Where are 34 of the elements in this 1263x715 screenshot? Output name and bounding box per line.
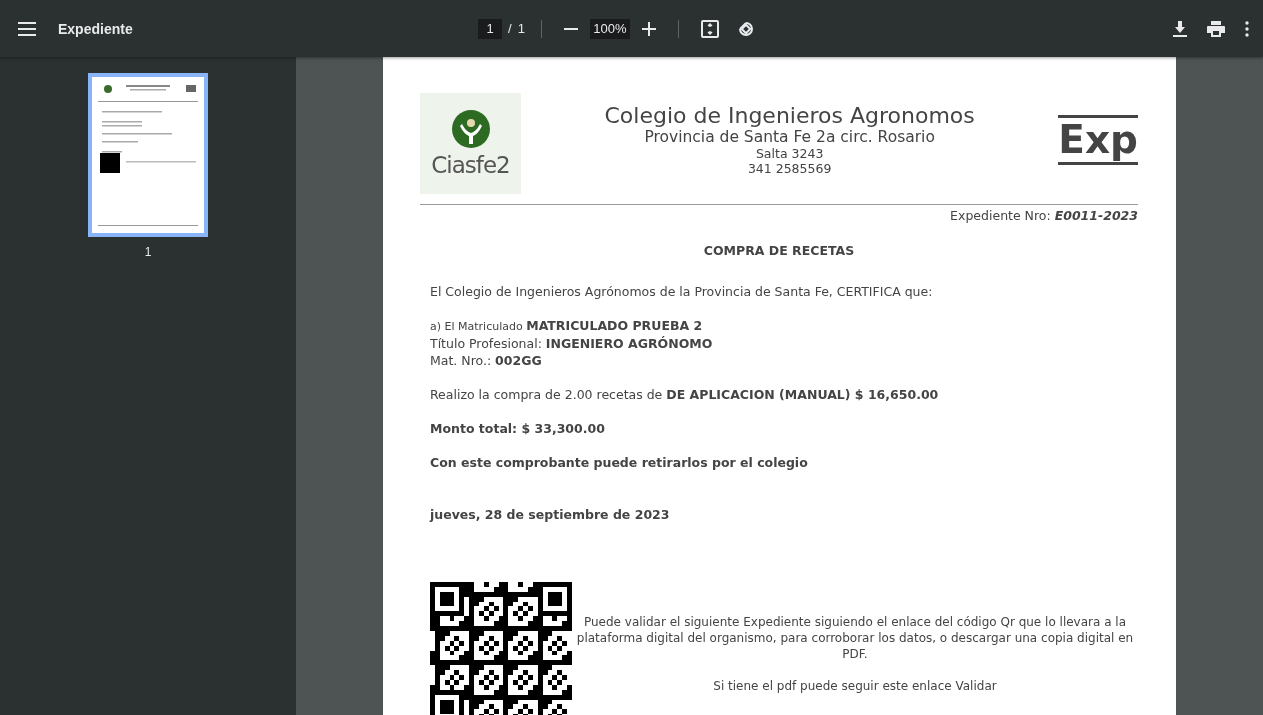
download-icon [1173, 20, 1187, 37]
validation-paragraph: Puede validar el siguiente Expediente siguiendo el enlace del código Qr que lo llevara a la plataforma digital del organismo, para corroborar los datos, o descargar una copia digital en PDF. [575, 614, 1135, 662]
organization-subtitle: Provincia de Santa Fe 2a circ. Rosario [644, 128, 935, 146]
document-heading: COMPRA DE RECETAS [703, 243, 855, 258]
page-separator: / [508, 21, 512, 36]
plus-icon [641, 21, 656, 36]
page-number-field[interactable]: 1 [478, 18, 502, 39]
print-icon [1207, 20, 1225, 37]
purchase-text: Realizo la compra de 2.00 recetas de DE APLICACION (MANUAL) $ 16,650.00 [430, 386, 939, 403]
fit-page-icon [700, 19, 719, 38]
menu-icon [18, 21, 36, 36]
more-icon [1245, 20, 1249, 37]
address: Salta 3243 [755, 146, 824, 161]
detail-line: a) El Matriculado MATRICULADO PRUEBA 2 [430, 317, 703, 335]
validate-link[interactable]: Validar [955, 679, 997, 693]
page-total: 1 [517, 21, 525, 36]
validation-link-text: Si tiene el pdf puede seguir este enlace Validar [713, 678, 997, 694]
file-number-line: Expediente Nro: E0011-2023 [949, 208, 1138, 223]
exp-stamp: Exp [1058, 115, 1138, 165]
document-date: jueves, 28 de septiembre de 2023 [430, 507, 670, 522]
thumbnail-page-number: 1 [144, 245, 152, 259]
organization-name: Colegio de Ingenieros Agronomos [604, 103, 975, 128]
detail-line: Título Profesional: INGENIERO AGRÓNOMO [430, 335, 713, 352]
certification-text: El Colegio de Ingenieros Agrónomos de la Provincia de Santa Fe, CERTIFICA que: [430, 283, 933, 300]
minus-icon [563, 27, 578, 30]
rotate-icon [736, 19, 755, 38]
zoom-field[interactable]: 100% [589, 18, 630, 39]
phone-number: 341 2585569 [747, 161, 832, 176]
document-title: Expediente [58, 20, 134, 37]
logo-emblem-icon [451, 109, 490, 148]
logo-text: Ciasfe2 [431, 151, 510, 178]
total-amount: Monto total: $ 33,300.00 [430, 421, 605, 436]
pickup-note: Con este comprobante puede retirarlos por el colegio [430, 455, 808, 470]
detail-line: Mat. Nro.: 002GG [430, 352, 542, 369]
